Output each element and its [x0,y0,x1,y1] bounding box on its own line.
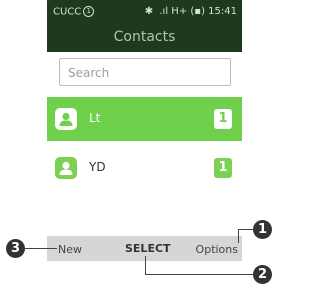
page-title: Contacts [47,24,242,52]
sim-slot-icon: 1 [83,6,95,17]
carrier-label: CUCC 1 [53,6,95,18]
callout-2-line-h [145,274,253,275]
person-icon [59,161,73,175]
contact-row-yd[interactable]: YD 1 [47,146,242,190]
contact-count-badge: 1 [214,158,232,178]
status-indicators: ✱ .ıl H+ (▪) 15:41 [145,6,237,17]
callout-3-line [25,248,57,249]
signal-icon: .ıl [159,6,169,17]
status-bar: CUCC 1 ✱ .ıl H+ (▪) 15:41 [47,0,242,24]
search-box[interactable] [59,58,231,86]
search-input[interactable] [66,60,230,86]
callout-1: 1 [253,220,272,239]
contact-avatar [55,157,77,179]
contact-name: Lt [89,111,101,125]
person-icon [59,112,73,126]
new-softkey[interactable]: New [58,243,82,256]
options-softkey[interactable]: Options [196,243,238,256]
contact-row-lt[interactable]: Lt 1 [47,97,242,141]
network-type: H+ [171,6,188,17]
battery-icon: (▪) [190,6,205,17]
callout-2-line-v [145,256,146,274]
callout-3: 3 [6,239,25,258]
phone-screen: CUCC1 ✱ .ıl H+ (▪) 15:41 Contacts Lt 1 [47,0,242,261]
callout-1-line-h [238,229,253,230]
callout-2: 2 [253,265,272,284]
contact-avatar [55,108,77,130]
contact-name: YD [89,160,106,174]
clock: 15:41 [208,6,237,17]
contact-count-badge: 1 [214,109,232,129]
select-softkey[interactable]: SELECT [125,242,171,255]
bug-icon: ✱ [144,6,154,17]
callout-1-line-v [238,229,239,243]
